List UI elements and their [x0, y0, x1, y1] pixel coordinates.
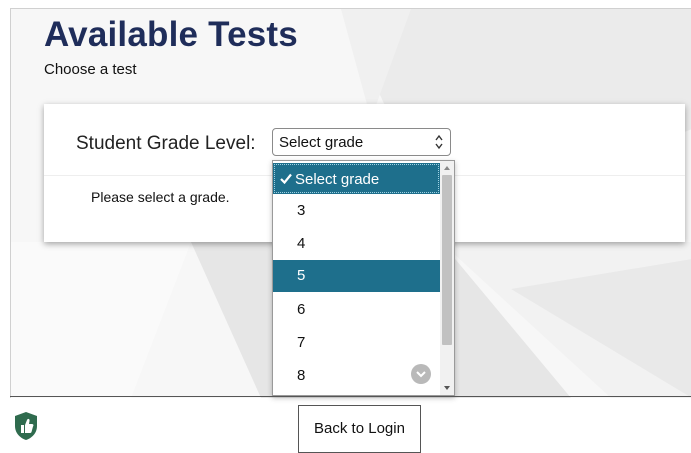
page-subtitle: Choose a test [44, 61, 137, 78]
scroll-up-arrow-icon[interactable] [443, 164, 451, 172]
grade-dropdown-list[interactable]: Select grade 3 4 5 6 7 8 [272, 160, 455, 396]
updown-caret-icon [435, 134, 443, 150]
back-to-login-button[interactable]: Back to Login [298, 405, 421, 453]
option-label: 4 [297, 235, 306, 252]
footer-divider [10, 396, 691, 397]
grade-option-4[interactable]: 4 [273, 228, 440, 258]
grade-select[interactable]: Select grade [272, 128, 451, 156]
scroll-down-arrow-icon[interactable] [443, 384, 451, 392]
scrollbar-thumb[interactable] [442, 175, 452, 345]
grade-option-7[interactable]: 7 [273, 327, 440, 357]
grade-message: Please select a grade. [91, 189, 230, 205]
option-label: 3 [297, 202, 306, 219]
grade-option-3[interactable]: 3 [273, 195, 440, 225]
page-title: Available Tests [44, 15, 298, 54]
scroll-more-indicator[interactable] [411, 364, 431, 384]
grade-select-value: Select grade [279, 134, 364, 151]
grade-level-label: Student Grade Level: [76, 133, 256, 154]
dropdown-scrollbar[interactable] [440, 161, 454, 395]
grade-option-6[interactable]: 6 [273, 294, 440, 324]
shield-thumb-icon [15, 412, 37, 440]
option-label: 6 [297, 301, 306, 318]
option-label: 7 [297, 334, 306, 351]
checkmark-icon [280, 173, 292, 184]
option-label: Select grade [295, 171, 380, 188]
grade-option-select-grade[interactable]: Select grade [273, 163, 440, 194]
chevron-down-icon [416, 371, 426, 378]
option-label: 8 [297, 367, 306, 384]
grade-option-5[interactable]: 5 [273, 260, 440, 292]
option-label: 5 [297, 267, 306, 284]
